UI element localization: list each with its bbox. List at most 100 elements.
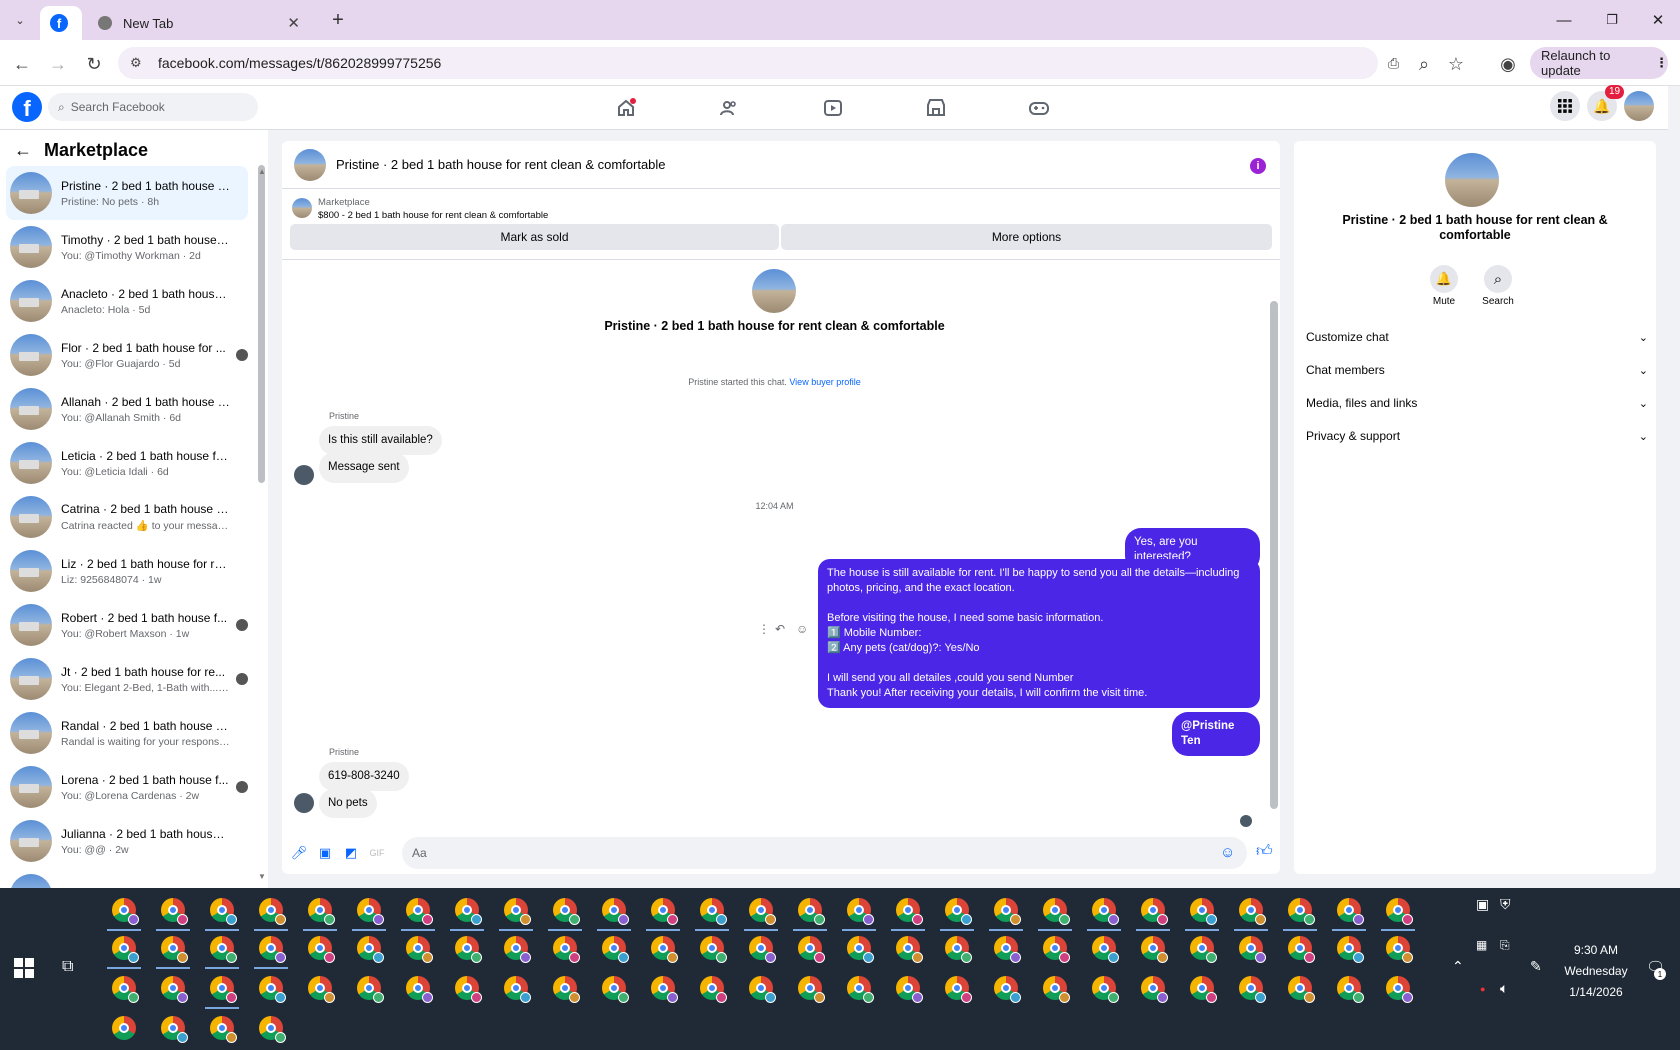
chrome-profile-icon[interactable] — [259, 936, 286, 963]
mark-as-sold-button[interactable]: Mark as sold — [290, 224, 779, 250]
chrome-profile-icon[interactable] — [945, 936, 972, 963]
conversation-title[interactable]: Pristine · 2 bed 1 bath house for rent c… — [336, 157, 666, 172]
notifications-bell-icon[interactable]: 🔔 19 — [1587, 85, 1625, 121]
chrome-profile-icon[interactable] — [1043, 936, 1070, 963]
menu-grid-icon[interactable] — [1550, 91, 1580, 121]
close-tab-icon[interactable]: ✕ — [287, 14, 300, 32]
chrome-profile-icon[interactable] — [308, 898, 335, 925]
chrome-profile-icon[interactable] — [210, 1016, 237, 1043]
chrome-profile-icon[interactable] — [896, 898, 923, 925]
chrome-profile-icon[interactable] — [945, 976, 972, 1003]
chrome-profile-icon[interactable] — [504, 898, 531, 925]
sender-avatar[interactable] — [294, 465, 314, 485]
gif-icon[interactable]: GIF — [367, 843, 387, 863]
chrome-profile-icon[interactable] — [455, 976, 482, 1003]
chrome-profile-icon[interactable] — [896, 936, 923, 963]
chrome-profile-icon[interactable] — [1239, 976, 1266, 1003]
friends-icon[interactable] — [699, 93, 759, 123]
chrome-profile-icon[interactable] — [161, 898, 188, 925]
message-input[interactable]: Aa ☺ — [402, 837, 1247, 869]
chrome-profile-icon[interactable] — [406, 976, 433, 1003]
incoming-message[interactable]: 619-808-3240 — [319, 762, 409, 791]
chrome-profile-icon[interactable] — [406, 898, 433, 925]
video-icon[interactable] — [803, 93, 863, 123]
search-icon[interactable]: ⌕ — [1484, 265, 1512, 293]
chrome-profile-icon[interactable] — [161, 1016, 188, 1043]
chrome-profile-icon[interactable] — [1190, 936, 1217, 963]
media-files-links-row[interactable]: Media, files and links ⌄ — [1306, 391, 1648, 415]
forward-icon[interactable]: → — [44, 50, 72, 78]
chat-list-item[interactable]: Leticia · 2 bed 1 bath house for ... You:… — [6, 436, 248, 490]
tray-record-icon[interactable]: ● — [1480, 984, 1485, 994]
new-tab-plus-icon[interactable]: + — [326, 8, 350, 32]
volume-icon[interactable]: 🔈︎ — [1500, 980, 1508, 997]
chrome-profile-icon[interactable] — [994, 976, 1021, 1003]
chrome-profile-icon[interactable] — [1288, 936, 1315, 963]
chrome-profile-icon[interactable] — [1141, 936, 1168, 963]
account-avatar[interactable] — [1624, 91, 1654, 121]
install-app-icon[interactable]: ⎙ — [1388, 55, 1399, 72]
restore-icon[interactable]: ❐ — [1588, 0, 1636, 40]
chrome-profile-icon[interactable] — [357, 898, 384, 925]
react-emoji-icon[interactable]: ☺ — [796, 622, 808, 636]
security-tray-icon[interactable]: ⛨ — [1500, 896, 1511, 913]
outgoing-message-long[interactable]: The house is still available for rent. I… — [818, 559, 1260, 708]
chrome-profile-icon[interactable] — [847, 976, 874, 1003]
view-buyer-profile-link[interactable]: View buyer profile — [789, 377, 860, 387]
chrome-profile-icon[interactable] — [1190, 976, 1217, 1003]
incoming-message[interactable]: Is this still available? — [319, 426, 442, 455]
chrome-profile-icon[interactable] — [602, 898, 629, 925]
show-hidden-icons-chevron[interactable]: ⌃ — [1452, 958, 1464, 975]
chrome-profile-icon[interactable] — [798, 976, 825, 1003]
chrome-profile-icon[interactable] — [112, 936, 139, 963]
more-options-button[interactable]: More options — [781, 224, 1272, 250]
chrome-profile-icon[interactable] — [357, 976, 384, 1003]
close-window-icon[interactable]: ✕ — [1634, 0, 1680, 40]
chrome-profile-icon[interactable] — [1092, 936, 1119, 963]
chrome-profile-icon[interactable] — [210, 976, 237, 1003]
chrome-profile-icon[interactable] — [504, 936, 531, 963]
incoming-message[interactable]: No pets — [319, 789, 377, 818]
chrome-profile-icon[interactable] — [1386, 898, 1413, 925]
chrome-profile-icon[interactable] — [553, 898, 580, 925]
thumbs-up-icon[interactable]: 👍︎ — [1256, 842, 1273, 861]
sticker-icon[interactable]: ◩ — [341, 843, 361, 863]
sender-avatar[interactable] — [294, 793, 314, 813]
back-arrow-icon[interactable]: ← — [14, 140, 32, 161]
back-icon[interactable]: ← — [8, 50, 36, 78]
chrome-profile-icon[interactable] — [1337, 898, 1364, 925]
tab-search-chevron-icon[interactable]: ⌄ — [8, 8, 32, 32]
chrome-profile-icon[interactable] — [406, 936, 433, 963]
chrome-profile-icon[interactable] — [651, 898, 678, 925]
chrome-profile-icon[interactable] — [896, 976, 923, 1003]
chrome-profile-icon[interactable] — [994, 936, 1021, 963]
chrome-profile-icon[interactable] — [700, 976, 727, 1003]
listing-title[interactable]: $800 - 2 bed 1 bath house for rent clean… — [318, 210, 548, 221]
chrome-profile-icon[interactable] — [602, 976, 629, 1003]
chrome-profile-icon[interactable] — [1092, 976, 1119, 1003]
conversation-scrollbar[interactable] — [1270, 301, 1278, 809]
chrome-profile-icon[interactable] — [847, 898, 874, 925]
chrome-profile-icon[interactable] — [504, 976, 531, 1003]
facebook-search-input[interactable]: ⌕ Search Facebook — [48, 93, 258, 121]
chrome-profile-icon[interactable] — [112, 898, 139, 925]
chat-list-scrollbar[interactable] — [258, 165, 265, 483]
chrome-profile-icon[interactable] — [1386, 976, 1413, 1003]
tab-new-tab[interactable]: New Tab ✕ — [86, 6, 312, 40]
chat-list-item[interactable]: Timothy · 2 bed 1 bath house fo... You: @… — [6, 220, 248, 274]
chrome-profile-icon[interactable] — [1239, 898, 1266, 925]
tab-facebook[interactable]: f — [40, 6, 82, 40]
task-view-icon[interactable]: ⧉ — [62, 958, 82, 978]
listing-thumbnail[interactable] — [292, 198, 312, 218]
chrome-profile-icon[interactable] — [1386, 936, 1413, 963]
chrome-profile-icon[interactable] — [308, 976, 335, 1003]
conversation-avatar[interactable] — [294, 148, 326, 181]
minimize-icon[interactable]: — — [1540, 0, 1588, 40]
chrome-profile-icon[interactable] — [798, 936, 825, 963]
site-info-icon[interactable]: ⚙ — [130, 55, 142, 71]
privacy-support-row[interactable]: Privacy & support ⌄ — [1306, 424, 1648, 448]
network-icon[interactable]: ⎘ — [1500, 938, 1510, 953]
reply-icon[interactable]: ↶ — [775, 622, 785, 636]
chat-list-item[interactable]: Randal · 2 bed 1 bath house for ... Randa… — [6, 706, 248, 760]
chrome-profile-icon[interactable] — [847, 936, 874, 963]
